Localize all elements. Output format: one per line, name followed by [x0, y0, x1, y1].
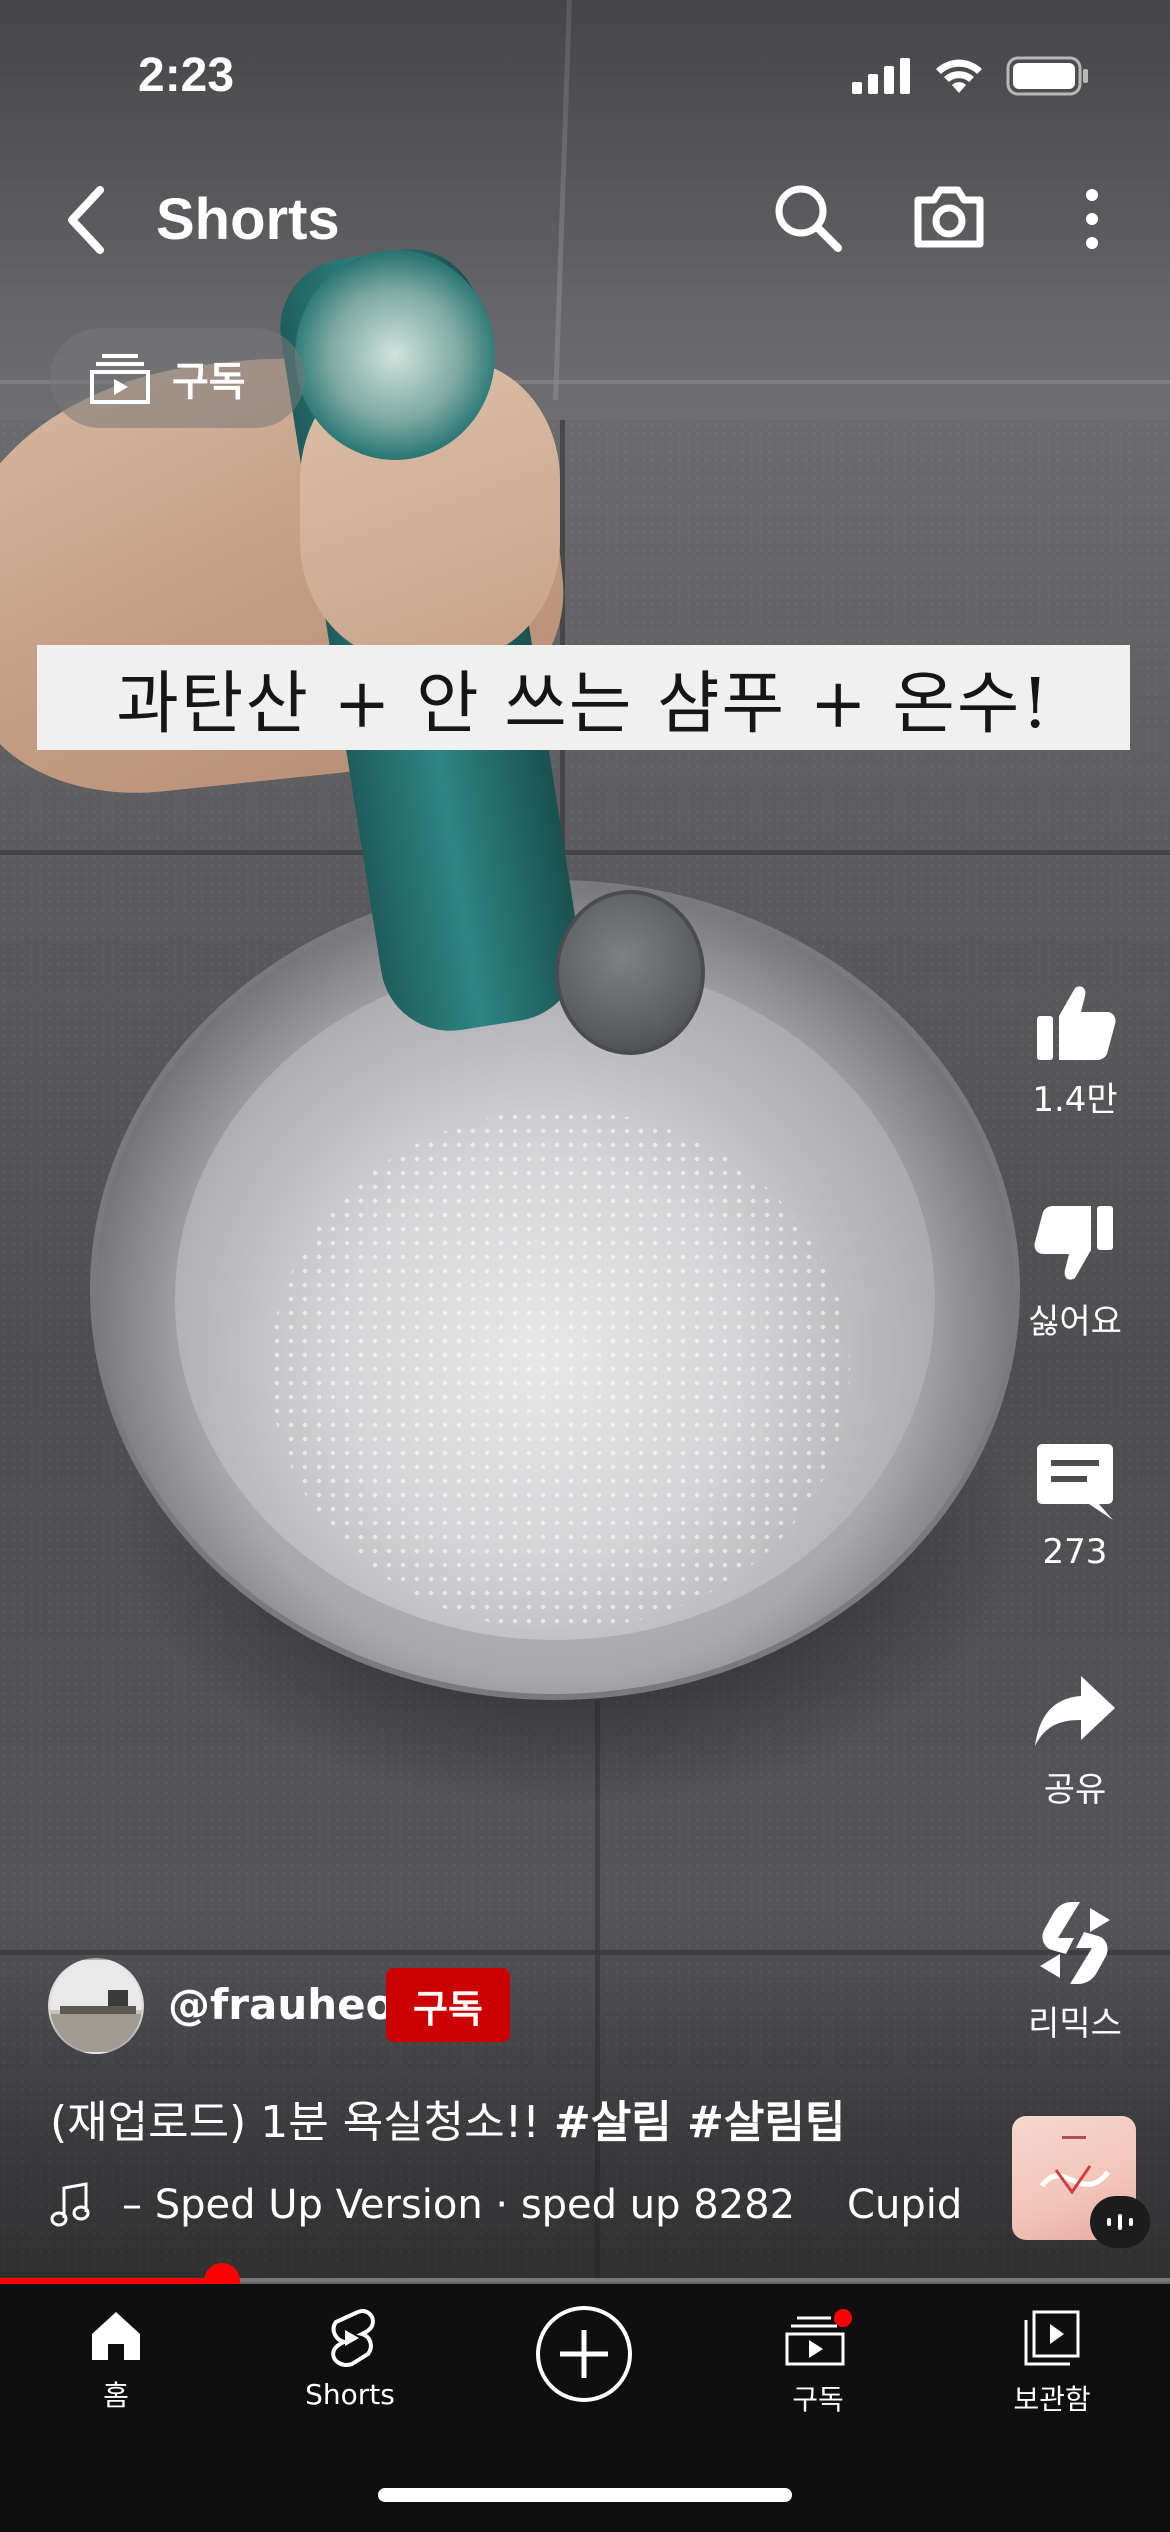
page-title: Shorts [156, 187, 340, 252]
channel-avatar[interactable] [48, 1958, 144, 2054]
bottle-lid [555, 890, 705, 1055]
back-button[interactable] [56, 180, 116, 260]
tile-grout [0, 850, 1170, 855]
home-indicator [378, 2488, 792, 2502]
search-icon [775, 185, 842, 252]
dislike-label: 싫어요 [1028, 1302, 1122, 1342]
channel-handle[interactable]: @frauheo [168, 1980, 394, 2029]
nav-library[interactable]: 보관함 [952, 2308, 1152, 2418]
status-time: 2:23 [138, 49, 235, 102]
video-caption-band: 과탄산 + 안 쓰는 샴푸 + 온수! [37, 645, 1130, 750]
more-vertical-icon [1086, 189, 1098, 249]
video-caption-text: 과탄산 + 안 쓰는 샴푸 + 온수! [116, 665, 1051, 744]
nav-home-label: 홈 [103, 2379, 129, 2412]
music-note-icon [50, 2182, 90, 2227]
wifi-icon [936, 59, 982, 93]
home-icon [92, 2312, 140, 2360]
subscriptions-chip-label: 구독 [172, 359, 246, 405]
battery-icon [1006, 56, 1088, 96]
nav-home[interactable]: 홈 [16, 2308, 216, 2414]
foam-bubbles [270, 1110, 850, 1630]
remix-label: 리믹스 [1028, 2004, 1122, 2044]
share-label: 공유 [1043, 1770, 1107, 1810]
share-icon [1035, 1676, 1115, 1746]
subscriptions-icon [90, 354, 150, 404]
remix-button[interactable]: 리믹스 [1010, 1898, 1140, 2045]
subscribe-button[interactable]: 구독 [386, 1968, 510, 2042]
subscriptions-icon [785, 2309, 852, 2366]
comment-count: 273 [1042, 1532, 1108, 1572]
notification-dot [834, 2309, 852, 2327]
nav-subscriptions-label: 구독 [792, 2383, 844, 2416]
like-count: 1.4만 [1032, 1080, 1118, 1120]
avatar-image [50, 1960, 142, 2052]
more-options-button[interactable] [1072, 186, 1112, 252]
tile-grout [560, 420, 565, 860]
like-button[interactable]: 1.4만 [1010, 980, 1140, 1121]
library-icon [1024, 2310, 1080, 2366]
create-button[interactable] [536, 2306, 632, 2402]
status-icons [852, 56, 1090, 96]
video-title[interactable]: (재업로드) 1분 욕실청소!! #살림 #살림팁 [50, 2086, 845, 2150]
dislike-button[interactable]: 싫어요 [1010, 1202, 1140, 1343]
music-row[interactable]: – Sped Up Version · sped up 8282 Cupid [50, 2182, 980, 2228]
nav-shorts[interactable]: Shorts [250, 2308, 450, 2411]
subscriptions-chip[interactable]: 구독 [50, 328, 305, 428]
plus-icon [560, 2330, 608, 2378]
share-button[interactable]: 공유 [1010, 1670, 1140, 1811]
camera-icon [914, 186, 984, 248]
music-track: – Sped Up Version · sped up 8282 [122, 2182, 796, 2228]
video-title-hashtags[interactable]: #살림 #살림팁 [554, 2097, 845, 2148]
chevron-left-icon [68, 186, 104, 254]
search-button[interactable] [770, 180, 844, 254]
video-title-text: (재업로드) 1분 욕실청소!! [50, 2097, 554, 2148]
music-artist: Cupid [847, 2182, 963, 2228]
thumbs-up-icon [1037, 986, 1116, 1060]
audio-bars-icon [1107, 2214, 1133, 2230]
remix-icon [1040, 1902, 1110, 1984]
thumbs-down-icon [1034, 1206, 1113, 1280]
cellular-signal-icon [852, 58, 910, 94]
shorts-icon [331, 2309, 375, 2367]
camera-button[interactable] [910, 178, 988, 256]
nav-subscriptions[interactable]: 구독 [718, 2308, 918, 2418]
audio-badge [1090, 2196, 1150, 2248]
nav-library-label: 보관함 [1013, 2383, 1091, 2416]
comments-button[interactable]: 273 [1010, 1440, 1140, 1572]
top-gradient [0, 0, 1170, 300]
comment-icon [1037, 1444, 1113, 1520]
nav-shorts-label: Shorts [305, 2378, 395, 2411]
